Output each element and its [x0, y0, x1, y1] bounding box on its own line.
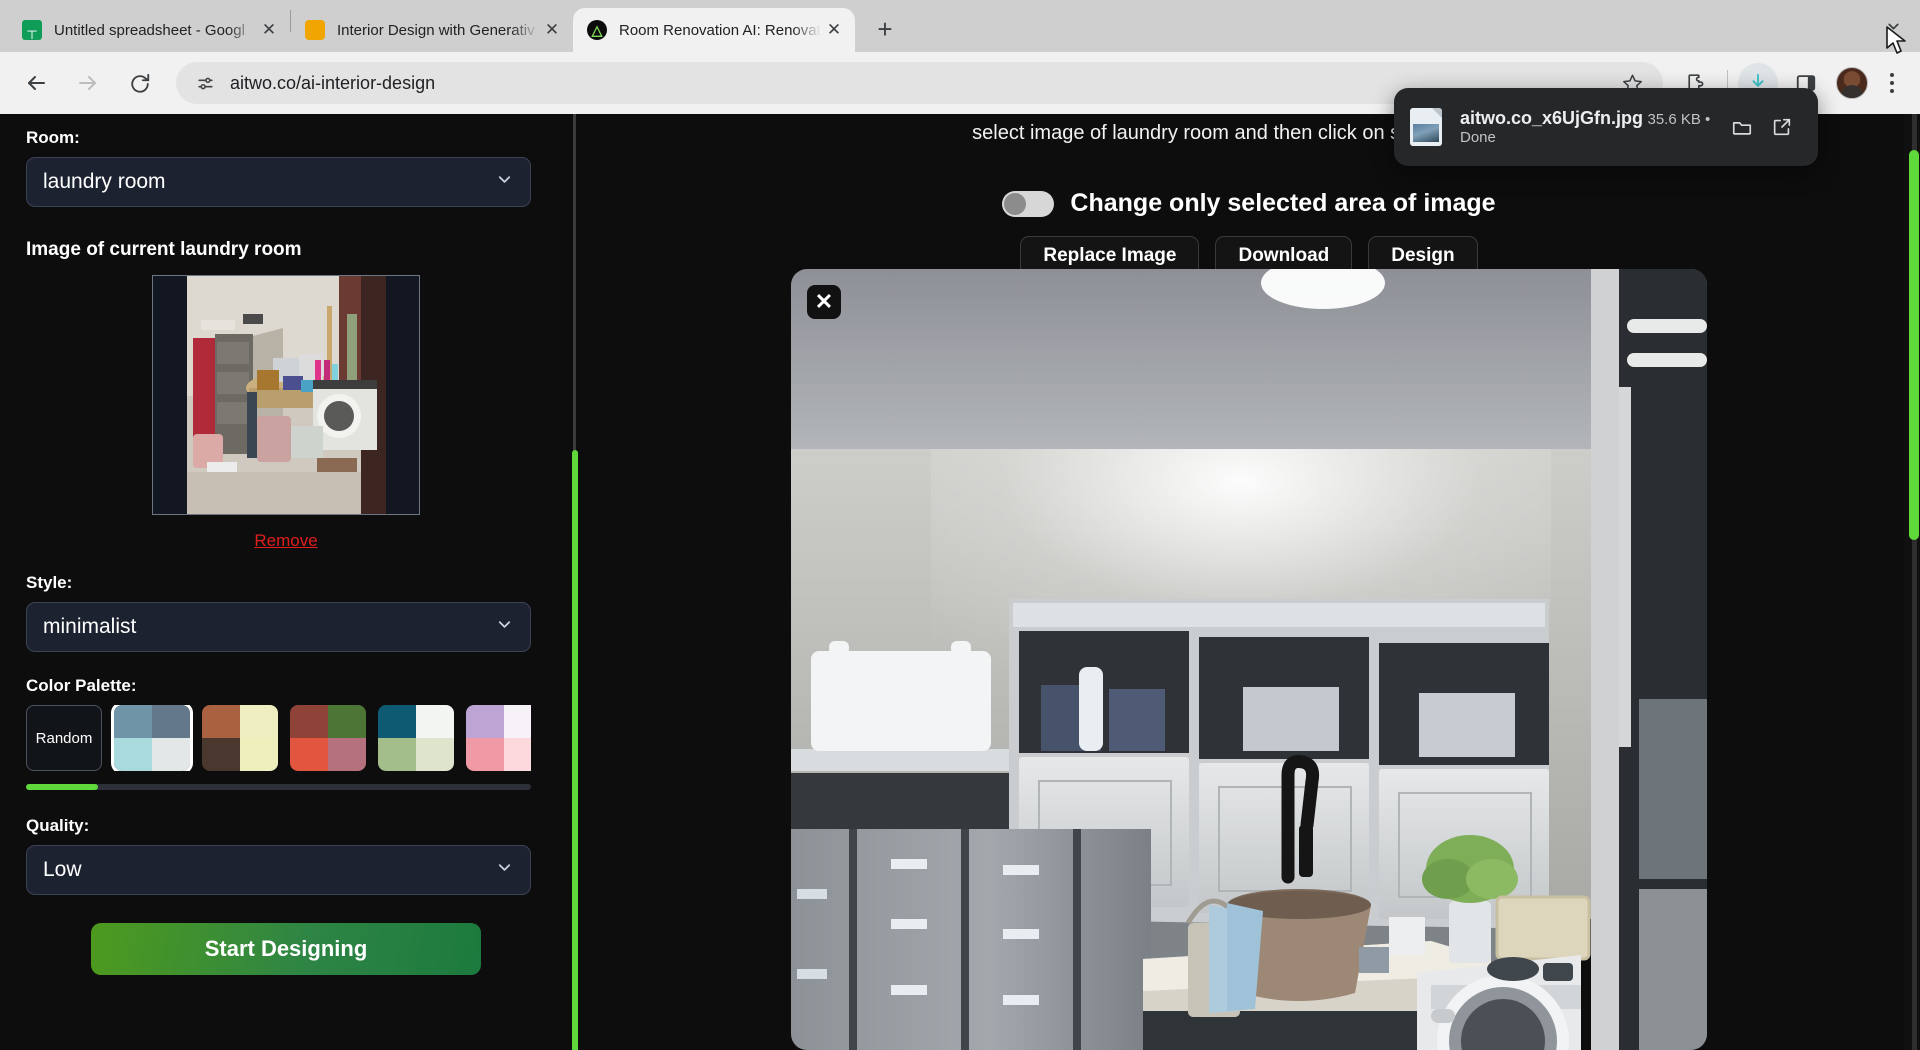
laundry-room-photo: [187, 276, 386, 514]
palette-swatch-terracotta-cream[interactable]: [202, 705, 278, 771]
jpg-file-icon: [1410, 108, 1442, 146]
color-palette-list[interactable]: Random: [26, 705, 531, 771]
open-in-new-tab-icon[interactable]: [1762, 107, 1802, 147]
tab-close-icon[interactable]: ✕: [539, 17, 565, 43]
download-info: aitwo.co_x6UjGfn.jpg 35.6 KB • Done: [1460, 108, 1722, 147]
download-filename: aitwo.co_x6UjGfn.jpg: [1460, 108, 1643, 128]
palette-swatch-lilac-pink[interactable]: [466, 705, 531, 771]
new-tab-button[interactable]: +: [865, 9, 905, 49]
start-designing-button[interactable]: Start Designing: [91, 923, 481, 975]
download-notification-popup[interactable]: aitwo.co_x6UjGfn.jpg 35.6 KB • Done: [1394, 88, 1818, 166]
orange-square-icon: [305, 20, 325, 40]
page-viewport: Room: laundry room Image of current laun…: [0, 114, 1920, 1050]
chevron-down-icon: [495, 858, 514, 882]
show-in-folder-icon[interactable]: [1722, 107, 1762, 147]
swatch-colors: [202, 705, 278, 771]
image-section-title: Image of current laundry room: [26, 239, 546, 261]
palette-scrollbar-thumb[interactable]: [26, 784, 98, 790]
page-scrollbar-thumb[interactable]: [1909, 150, 1919, 540]
quality-select[interactable]: Low: [26, 845, 531, 895]
site-settings-icon[interactable]: [190, 68, 220, 98]
toggle-knob: [1004, 193, 1026, 215]
tab-title: Room Renovation AI: Renovat: [619, 22, 821, 39]
selected-area-toggle-row: Change only selected area of image: [578, 189, 1920, 218]
room-select-value: laundry room: [43, 170, 495, 194]
swatch-colors: [290, 705, 366, 771]
style-select-value: minimalist: [43, 615, 495, 639]
google-sheets-icon: ┬: [22, 20, 42, 40]
current-room-thumbnail[interactable]: [152, 275, 420, 515]
swatch-colors: [114, 705, 190, 771]
chevron-down-icon: [495, 615, 514, 639]
close-icon[interactable]: ✕: [807, 285, 841, 319]
palette-swatch-blue-grey-aqua[interactable]: [114, 705, 190, 771]
generated-laundry-room-render: [791, 269, 1707, 1050]
palette-scrollbar[interactable]: [26, 784, 531, 790]
tab-title: Interior Design with Generativ: [337, 22, 539, 39]
remove-image-link[interactable]: Remove: [26, 531, 546, 551]
aitwo-logo-icon: △: [587, 20, 607, 40]
main-panel: select image of laundry room and then cl…: [578, 114, 1920, 1050]
profile-avatar[interactable]: [1836, 67, 1868, 99]
browser-tab-3-active[interactable]: △ Room Renovation AI: Renovat ✕: [573, 8, 855, 52]
style-select[interactable]: minimalist: [26, 602, 531, 652]
tab-close-icon[interactable]: ✕: [821, 17, 847, 43]
palette-swatch-teal-sage-ivory[interactable]: [378, 705, 454, 771]
quality-select-value: Low: [43, 858, 495, 882]
color-palette-label: Color Palette:: [26, 676, 546, 696]
change-selected-area-label: Change only selected area of image: [1070, 189, 1495, 218]
swatch-colors: [466, 705, 531, 771]
controls-sidebar: Room: laundry room Image of current laun…: [0, 114, 572, 1050]
room-label: Room:: [26, 128, 546, 148]
style-label: Style:: [26, 573, 546, 593]
palette-swatch-red-olive-rose[interactable]: [290, 705, 366, 771]
tab-close-icon[interactable]: ✕: [256, 17, 282, 43]
tab-title: Untitled spreadsheet - Googl: [54, 22, 256, 39]
palette-swatch-random[interactable]: Random: [26, 705, 102, 771]
change-selected-area-toggle[interactable]: [1002, 191, 1054, 217]
browser-tab-1[interactable]: ┬ Untitled spreadsheet - Googl ✕: [8, 8, 290, 52]
browser-window: ┬ Untitled spreadsheet - Googl ✕ Interio…: [0, 0, 1920, 1050]
chrome-menu-kebab-icon[interactable]: [1874, 63, 1910, 103]
swatch-colors: [378, 705, 454, 771]
reload-icon[interactable]: [119, 62, 161, 104]
page-scrollbar[interactable]: [1904, 114, 1920, 1050]
tab-strip: ┬ Untitled spreadsheet - Googl ✕ Interio…: [0, 0, 1920, 52]
forward-arrow-icon[interactable]: [67, 62, 109, 104]
quality-label: Quality:: [26, 816, 546, 836]
browser-tab-2[interactable]: Interior Design with Generativ ✕: [291, 8, 573, 52]
mouse-cursor: [1886, 26, 1908, 61]
chevron-down-icon: [495, 170, 514, 194]
generated-image-canvas[interactable]: ✕: [791, 269, 1707, 1050]
back-arrow-icon[interactable]: [15, 62, 57, 104]
room-select[interactable]: laundry room: [26, 157, 531, 207]
